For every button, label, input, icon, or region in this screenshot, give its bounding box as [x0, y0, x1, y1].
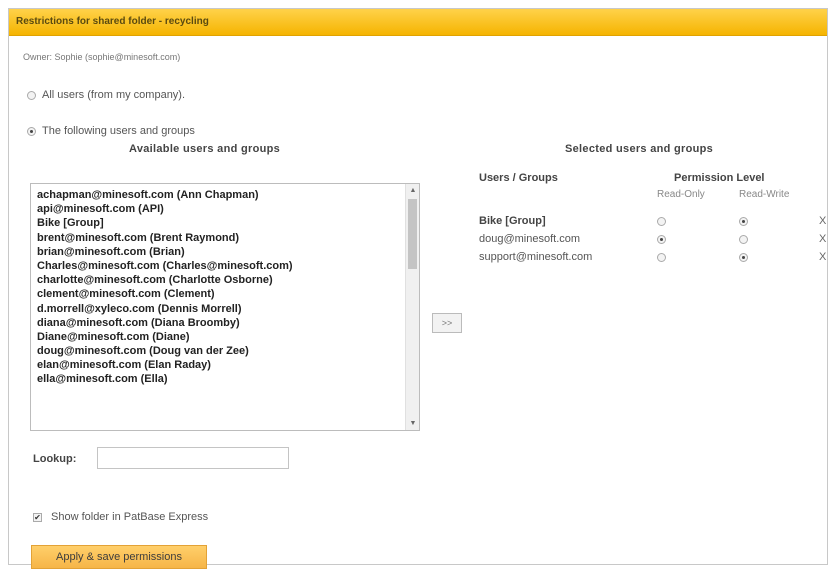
available-user-item[interactable]: ella@minesoft.com (Ella): [37, 372, 419, 386]
lookup-input[interactable]: [97, 447, 289, 469]
scroll-thumb[interactable]: [408, 199, 417, 269]
read-write-radio[interactable]: [739, 235, 748, 244]
scroll-down-icon[interactable]: ▼: [406, 417, 419, 430]
available-user-item[interactable]: charlotte@minesoft.com (Charlotte Osborn…: [37, 273, 419, 287]
following-users-option[interactable]: The following users and groups: [27, 125, 195, 137]
all-users-option[interactable]: All users (from my company).: [27, 89, 185, 101]
read-only-radio[interactable]: [657, 217, 666, 226]
scroll-up-icon[interactable]: ▲: [406, 184, 419, 197]
available-user-item[interactable]: Diane@minesoft.com (Diane): [37, 330, 419, 344]
selected-user-name: support@minesoft.com: [479, 251, 593, 263]
restrictions-panel: Restrictions for shared folder - recycli…: [8, 8, 828, 569]
remove-icon[interactable]: X: [819, 215, 826, 227]
available-user-item[interactable]: achapman@minesoft.com (Ann Chapman): [37, 188, 419, 202]
available-user-item[interactable]: brent@minesoft.com (Brent Raymond): [37, 231, 419, 245]
read-only-radio[interactable]: [657, 253, 666, 262]
read-write-header: Read-Write: [739, 189, 790, 200]
available-user-item[interactable]: doug@minesoft.com (Doug van der Zee): [37, 344, 419, 358]
remove-icon[interactable]: X: [819, 251, 826, 263]
selected-user-name: doug@minesoft.com: [479, 233, 581, 245]
lookup-label: Lookup:: [33, 453, 77, 465]
read-write-radio[interactable]: [739, 253, 748, 262]
available-user-item[interactable]: elan@minesoft.com (Elan Raday): [37, 358, 419, 372]
users-groups-header: Users / Groups: [479, 172, 558, 184]
available-users-items: achapman@minesoft.com (Ann Chapman) api@m…: [31, 184, 419, 387]
available-users-list[interactable]: achapman@minesoft.com (Ann Chapman) api@m…: [30, 183, 420, 431]
apply-save-button[interactable]: Apply & save permissions: [31, 545, 207, 569]
all-users-radio[interactable]: [27, 90, 36, 100]
panel-title: Restrictions for shared folder - recycli…: [16, 16, 209, 27]
selected-heading: Selected users and groups: [565, 143, 714, 155]
available-heading: Available users and groups: [129, 143, 281, 155]
owner-info: Owner: Sophie (sophie@minesoft.com): [23, 52, 181, 62]
add-to-selected-button[interactable]: >>: [432, 313, 462, 333]
read-only-radio[interactable]: [657, 235, 666, 244]
available-user-item[interactable]: d.morrell@xyleco.com (Dennis Morrell): [37, 302, 419, 316]
read-write-radio[interactable]: [739, 217, 748, 226]
following-users-radio[interactable]: [27, 126, 36, 136]
title-bar: Restrictions for shared folder - recycli…: [9, 9, 827, 36]
show-folder-option[interactable]: ✔ Show folder in PatBase Express: [33, 511, 208, 523]
all-users-label: All users (from my company).: [42, 89, 186, 101]
available-user-item[interactable]: Charles@minesoft.com (Charles@minesoft.c…: [37, 259, 419, 273]
available-user-item[interactable]: diana@minesoft.com (Diana Broomby): [37, 316, 419, 330]
show-folder-label: Show folder in PatBase Express: [51, 511, 209, 523]
following-users-label: The following users and groups: [42, 125, 195, 137]
list-scrollbar[interactable]: ▲ ▼: [405, 184, 419, 430]
remove-icon[interactable]: X: [819, 233, 826, 245]
available-user-item[interactable]: brian@minesoft.com (Brian): [37, 245, 419, 259]
permission-level-header: Permission Level: [674, 172, 765, 184]
available-user-item[interactable]: api@minesoft.com (API): [37, 202, 419, 216]
available-user-item[interactable]: clement@minesoft.com (Clement): [37, 287, 419, 301]
show-folder-checkbox[interactable]: ✔: [33, 512, 42, 522]
available-user-item[interactable]: Bike [Group]: [37, 216, 419, 230]
read-only-header: Read-Only: [657, 189, 705, 200]
selected-user-name: Bike [Group]: [479, 215, 546, 227]
